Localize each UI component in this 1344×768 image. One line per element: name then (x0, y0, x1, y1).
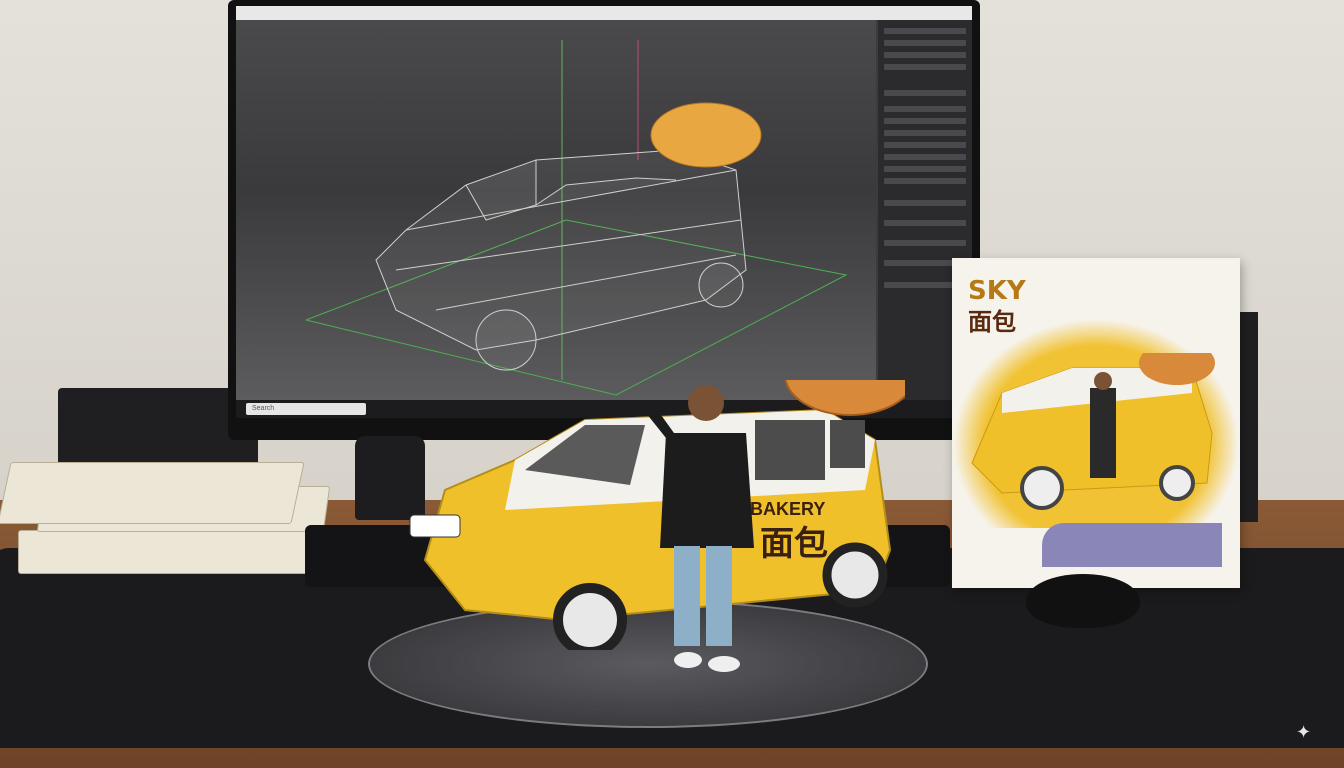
figurine-person (646, 385, 754, 672)
wireframe-render (305, 40, 848, 396)
box-purple-corner (1042, 523, 1222, 567)
taskbar-search-input[interactable]: Search (246, 403, 366, 415)
computer-mouse (1026, 574, 1140, 628)
box-brand-title: SKY 面包 (968, 276, 1026, 337)
book (0, 462, 305, 524)
book (18, 530, 320, 574)
van-side-text-cn: 面包 (760, 524, 828, 564)
speaker-right (1238, 312, 1258, 522)
book-stack (0, 460, 331, 580)
monitor-screen: Search (236, 6, 972, 418)
app-title-bar (236, 6, 972, 20)
box-car-illustration (971, 353, 1215, 510)
box-brand-cn: 面包 (968, 308, 1016, 336)
3d-viewport[interactable] (236, 20, 876, 400)
sparkle-icon: ✦ (1296, 722, 1312, 742)
product-box: SKY 面包 (952, 258, 1240, 588)
